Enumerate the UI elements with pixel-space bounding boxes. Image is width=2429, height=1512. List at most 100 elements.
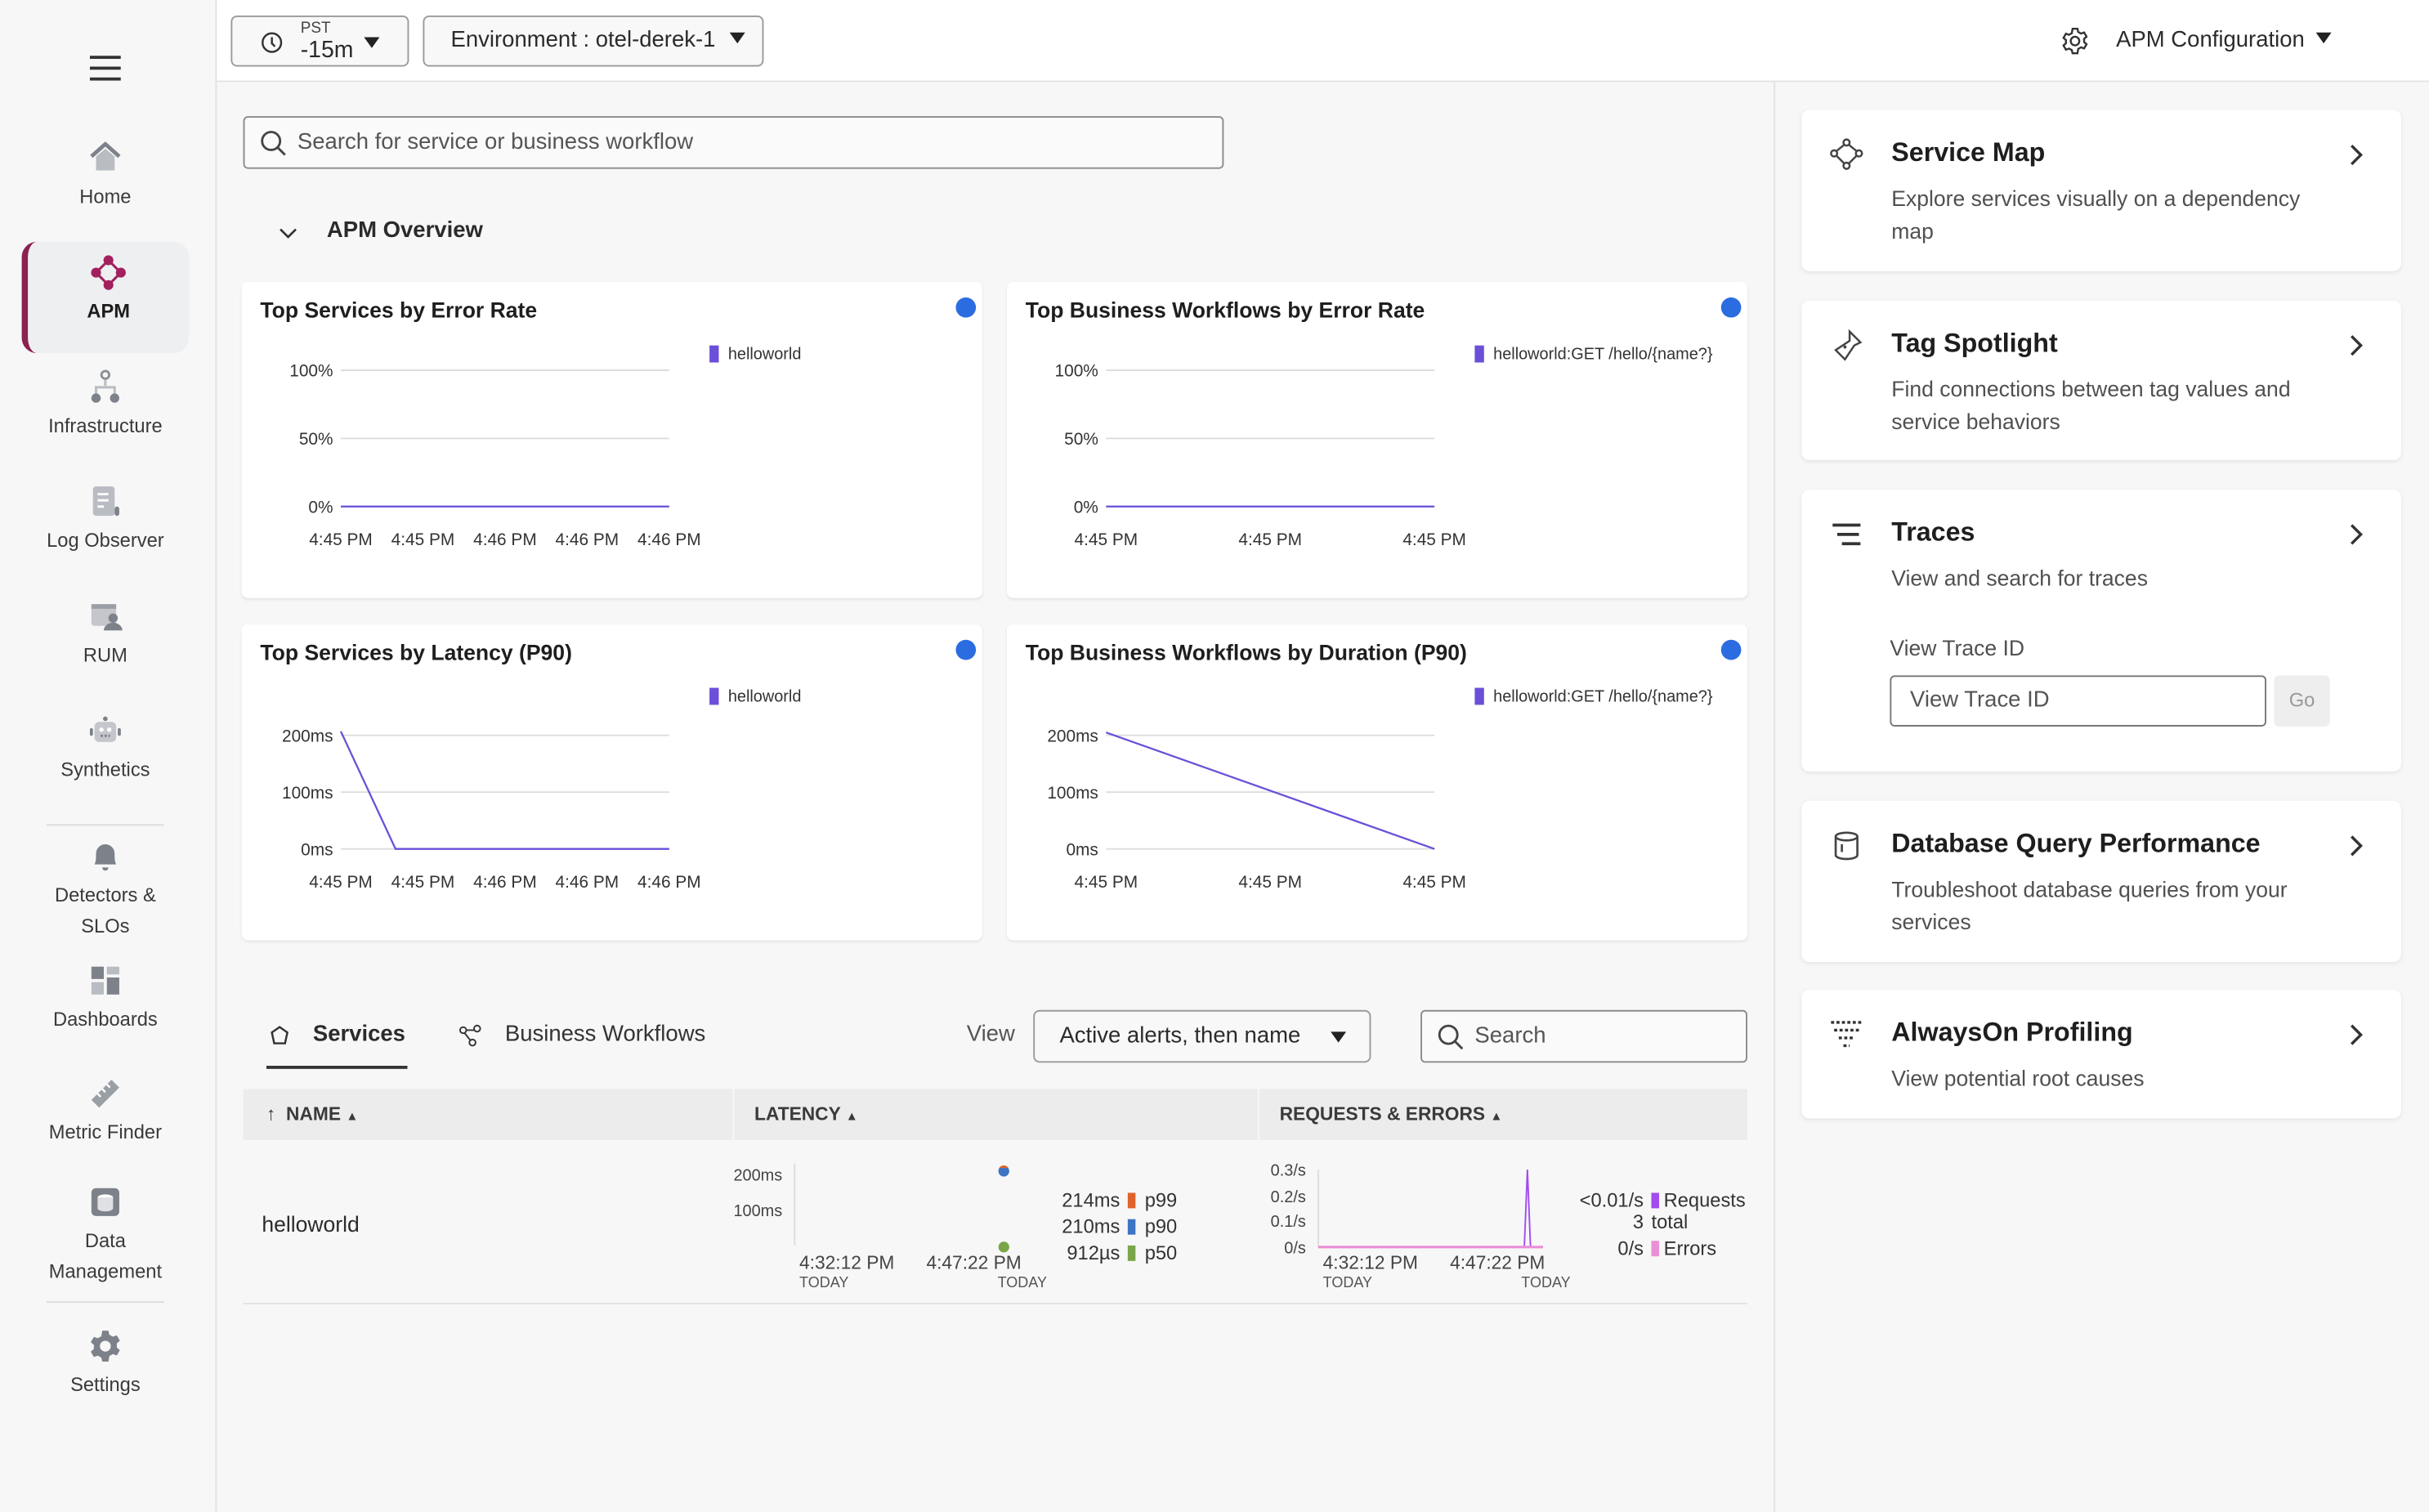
chevron-right-icon	[2351, 144, 2364, 166]
tab-label: Business Workflows	[504, 1022, 706, 1048]
sidebar-item-detectors[interactable]: Detectors & SLOs	[0, 838, 211, 937]
top-bar: PST -15m Environment : otel-derek-1 APM …	[217, 0, 2429, 83]
apm-configuration-menu[interactable]: APM Configuration	[2116, 28, 2332, 52]
sidebar-item-label: SLOs	[81, 915, 130, 937]
caret-down-icon	[1331, 1031, 1347, 1043]
y-tick-label: 0%	[308, 498, 333, 517]
sidebar-item-synthetics[interactable]: Synthetics	[0, 713, 211, 781]
sidebar-item-label: Management	[48, 1260, 163, 1283]
sidebar-item-label: RUM	[83, 644, 127, 667]
y-tick-label: 0/s	[1284, 1239, 1306, 1257]
sidebar-item-metric-finder[interactable]: Metric Finder	[0, 1075, 211, 1143]
tag-spotlight-card[interactable]: Tag Spotlight Find connections between t…	[1801, 300, 2401, 460]
sidebar-item-rum[interactable]: RUM	[0, 598, 211, 666]
profiling-icon	[1831, 1021, 1863, 1048]
table-row[interactable]: helloworld 200ms 100ms 4:32:12 PM 4:47:2…	[243, 1140, 1748, 1304]
y-tick-label: 50%	[1064, 430, 1098, 449]
column-header-requests[interactable]: REQUESTS & ERRORS ▲	[1259, 1089, 1748, 1141]
chart-card[interactable]: Top Services by Error Rate 0% 50% 100% 4:45 …	[241, 281, 982, 598]
sidebar-item-home[interactable]: Home	[0, 140, 211, 208]
view-select[interactable]: Active alerts, then name	[1033, 1009, 1371, 1063]
home-icon	[90, 141, 121, 171]
card-description: Troubleshoot database queries from your …	[1891, 876, 2288, 934]
chevron-down-icon[interactable]	[279, 226, 297, 240]
service-map-card[interactable]: Service Map Explore services visually on…	[1801, 110, 2401, 271]
chevron-right-icon	[2351, 835, 2364, 857]
gear-icon[interactable]	[2060, 26, 2090, 56]
gear-icon	[91, 1331, 120, 1362]
x-tick-sublabel: TODAY	[799, 1274, 848, 1291]
card-description: View potential root causes	[1891, 1066, 2145, 1091]
latency-label: p50	[1145, 1243, 1178, 1264]
search-icon	[1438, 1024, 1464, 1050]
sidebar-item-label: Dashboards	[53, 1008, 158, 1031]
alwayson-profiling-card[interactable]: AlwaysOn Profiling View potential root c…	[1801, 990, 2401, 1119]
database-icon	[91, 1188, 119, 1216]
sidebar-item-data[interactable]: Data Management	[0, 1183, 211, 1282]
column-header-name[interactable]: ↑ NAME ▲	[243, 1089, 733, 1141]
log-icon	[92, 486, 119, 517]
timezone-label: PST	[300, 20, 331, 38]
latency-value: 210ms	[1062, 1217, 1120, 1238]
service-search-input[interactable]: Search for service or business workflow	[243, 116, 1224, 169]
infrastructure-icon	[91, 369, 119, 403]
legend-label: helloworld:GET /hello/{name?}	[1493, 346, 1713, 364]
bell-icon	[94, 843, 117, 871]
service-name-link[interactable]: helloworld	[262, 1211, 359, 1236]
rum-icon	[91, 604, 123, 631]
environment-selector[interactable]: Environment : otel-derek-1	[423, 15, 764, 67]
service-map-icon	[1830, 138, 1863, 170]
x-tick-label: 4:45 PM	[1402, 530, 1466, 549]
y-tick-label: 0ms	[1066, 840, 1098, 859]
sidebar-item-log-observer[interactable]: Log Observer	[0, 483, 211, 552]
card-title: Traces	[1891, 517, 1975, 548]
workflow-icon	[459, 1024, 481, 1047]
traces-card[interactable]: Traces View and search for traces View T…	[1801, 489, 2401, 772]
services-icon	[271, 1026, 289, 1045]
chart-card[interactable]: Top Services by Latency (P90) 0ms 100ms 200…	[241, 624, 982, 941]
x-tick-label: 4:32:12 PM	[799, 1251, 894, 1273]
time-range-picker[interactable]: PST -15m	[230, 15, 409, 67]
sidebar-item-settings[interactable]: Settings	[0, 1327, 211, 1396]
latency-value: 214ms	[1062, 1191, 1120, 1212]
latency-label: p99	[1145, 1191, 1178, 1212]
database-query-card[interactable]: Database Query Performance Troubleshoot …	[1801, 800, 2401, 963]
tab-services[interactable]: Services	[266, 1016, 408, 1069]
trace-id-input[interactable]: View Trace ID	[1890, 675, 2266, 727]
sort-icon: ▲	[346, 1109, 359, 1124]
x-tick-label: 4:46 PM	[556, 873, 620, 892]
y-tick-label: 0.1/s	[1271, 1213, 1306, 1231]
sidebar-item-apm[interactable]: APM	[21, 241, 190, 354]
services-search-input[interactable]: Search	[1420, 1009, 1748, 1063]
x-tick-label: 4:45 PM	[1075, 873, 1138, 892]
trace-id-placeholder: View Trace ID	[1910, 687, 2050, 713]
sidebar-item-dashboards[interactable]: Dashboards	[0, 962, 211, 1030]
requests-value: <0.01/s	[1580, 1191, 1644, 1212]
tab-business-workflows[interactable]: Business Workflows	[459, 1016, 722, 1068]
card-description: Find connections between tag values and …	[1891, 376, 2291, 434]
caret-down-icon	[364, 37, 380, 48]
legend-swatch	[709, 687, 719, 705]
y-tick-label: 50%	[299, 430, 333, 449]
sidebar: Home APM Infrastructure Log Observer RUM Synt…	[0, 0, 217, 1512]
go-button[interactable]: Go	[2274, 675, 2330, 727]
trace-id-label: View Trace ID	[1890, 635, 2025, 660]
chart-card[interactable]: Top Business Workflows by Duration (P90)…	[1007, 624, 1748, 941]
hamburger-icon[interactable]	[89, 54, 121, 82]
sidebar-divider	[46, 1301, 164, 1304]
latency-label: p90	[1145, 1217, 1178, 1238]
latency-chart: 200ms 100ms 4:32:12 PM 4:47:22 PM TODAY …	[733, 1163, 1177, 1291]
apm-page: Home APM Infrastructure Log Observer RUM Synt…	[0, 0, 2429, 1512]
view-selected: Active alerts, then name	[1059, 1023, 1301, 1049]
y-tick-label: 100%	[1055, 362, 1098, 381]
x-tick-label: 4:32:12 PM	[1323, 1251, 1418, 1273]
column-header-latency[interactable]: LATENCY ▲	[734, 1089, 1259, 1141]
sidebar-item-infrastructure[interactable]: Infrastructure	[0, 369, 211, 437]
column-label: REQUESTS & ERRORS	[1279, 1103, 1486, 1125]
database-icon	[1834, 831, 1859, 861]
search-placeholder: Search for service or business workflow	[297, 130, 694, 155]
chart-card[interactable]: Top Business Workflows by Error Rate 0% 50…	[1007, 281, 1748, 598]
errors-swatch	[1651, 1241, 1659, 1257]
x-tick-label: 4:45 PM	[1075, 530, 1138, 549]
sidebar-item-label: Synthetics	[60, 758, 150, 781]
